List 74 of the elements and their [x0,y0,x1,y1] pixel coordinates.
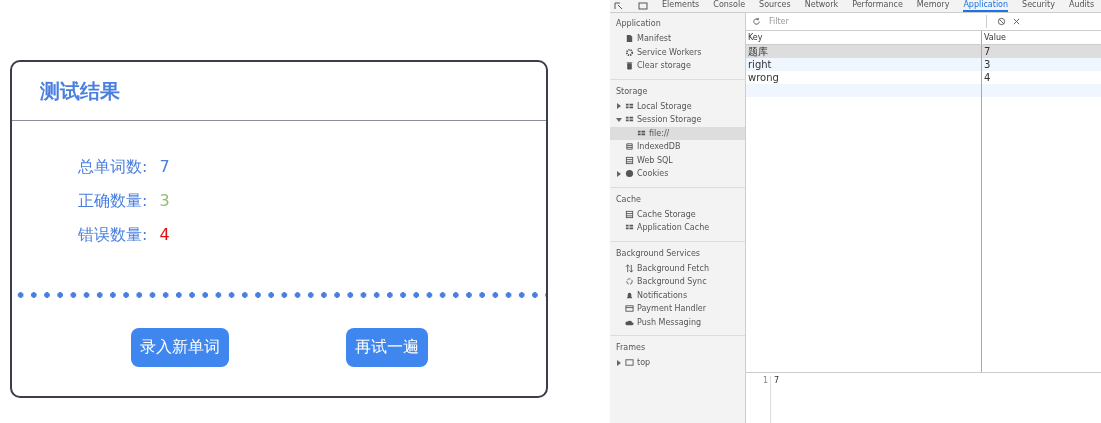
card-title: 测试结果 [40,77,120,105]
devtools-tab[interactable]: Console [713,0,746,12]
devtools-tab[interactable]: Performance [852,0,903,12]
section-heading: Application [615,18,662,30]
sidebar-item[interactable]: Cache Storage [610,207,745,221]
value-cell-text: 7 [983,46,992,57]
cookie-icon [625,169,634,179]
stat-value: 3 [159,191,170,212]
sidebar-item[interactable]: Push Messaging [610,315,745,329]
key-cell: right [746,58,982,71]
table-icon [625,209,634,219]
stat-label: 总单词数: [78,157,148,178]
filter-field[interactable]: Filter [767,15,987,28]
table-row[interactable]: right 3 [746,58,1101,71]
sidebar-item[interactable]: Session Storage [610,113,745,127]
bell-icon [625,290,634,300]
value-cell-text: 3 [983,59,992,70]
refresh-icon[interactable] [752,17,761,26]
sidebar-item[interactable]: Local Storage [610,99,745,113]
trash-icon [625,61,634,71]
table-row[interactable]: 题库 7 [746,45,1101,58]
up-down-arrows-icon [625,263,634,273]
caret-icon[interactable] [616,359,622,366]
caret-icon[interactable] [616,170,622,177]
section-heading: Cache [615,193,642,206]
clear-all-icon[interactable] [997,17,1006,26]
card-icon [625,304,634,314]
sidebar-item[interactable]: Notifications [610,288,745,302]
sidebar-item[interactable]: Payment Handler [610,302,745,316]
sidebar-item[interactable]: top [610,356,745,370]
device-icon[interactable] [638,2,648,10]
sidebar-item[interactable]: Cookies [610,167,745,181]
section-heading: Storage [615,85,649,98]
close-icon[interactable] [1012,17,1021,26]
column-header[interactable]: Key [746,31,982,44]
value-cell-text: 4 [983,72,992,83]
section-heading: Frames [615,342,647,354]
sidebar-item[interactable]: Background Fetch [610,261,745,275]
grid-icon [625,101,634,111]
sidebar-item[interactable]: file:// [610,126,745,140]
sidebar-item[interactable]: IndexedDB [610,140,745,154]
devtools-tab[interactable]: Network [804,0,839,12]
stat-value: 7 [159,157,170,178]
sidebar-item[interactable]: Clear storage [610,59,745,73]
database-icon [625,142,634,152]
devtools-tab[interactable]: Sources [759,0,791,12]
sidebar-item[interactable]: Background Sync [610,275,745,289]
action-button[interactable]: 录入新单词 [130,328,229,367]
devtools-tab[interactable]: Application [963,0,1009,12]
grid-icon [637,128,646,138]
frame-icon [625,358,634,368]
devtools-tab[interactable]: Security [1022,0,1055,12]
devtools-tab[interactable]: Elements [662,0,700,12]
devtools-tab[interactable]: Audits [1068,0,1095,12]
inspect-icon[interactable] [614,2,624,10]
sidebar-item[interactable]: Application Cache [610,221,745,235]
caret-icon[interactable] [616,103,622,110]
sync-icon [625,277,634,287]
devtools-tab[interactable]: Memory [916,0,950,12]
line-number: 1 [746,376,771,423]
column-header[interactable]: Value [982,33,1101,42]
sidebar-item[interactable]: Web SQL [610,153,745,167]
sidebar-item[interactable]: Service Workers [610,45,745,59]
value-preview: 7 [774,376,780,387]
table-icon [625,155,634,165]
stat-label: 正确数量: [78,191,148,212]
caret-icon[interactable] [616,116,622,123]
action-button[interactable]: 再试一遍 [345,328,428,367]
gear-icon [625,47,634,57]
file-icon [625,34,634,44]
section-heading: Background Services [615,247,701,260]
sidebar-item[interactable]: Manifest [610,32,745,46]
stat-label: 错误数量: [78,225,148,246]
stat-value: 4 [159,225,170,246]
